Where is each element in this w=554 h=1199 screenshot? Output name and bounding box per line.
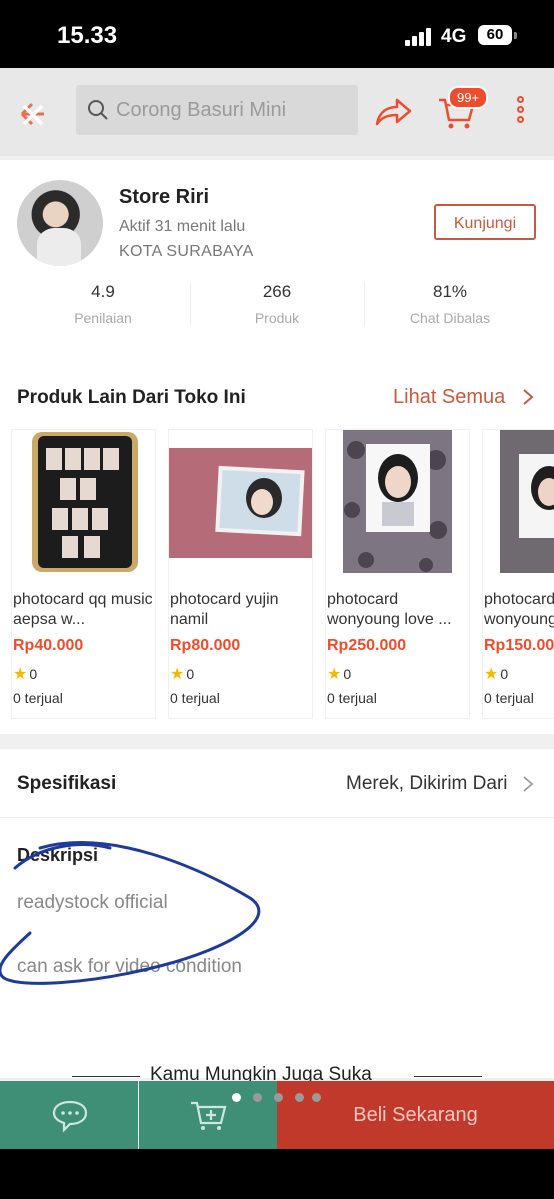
status-bar: 15.33 4G 60 xyxy=(0,0,554,68)
stat-divider xyxy=(364,282,365,326)
divider-line xyxy=(414,1076,482,1077)
product-sold: 0 terjual xyxy=(170,690,220,706)
product-image xyxy=(326,430,469,573)
shop-name: Store Riri xyxy=(119,186,210,208)
divider-line xyxy=(72,1076,140,1077)
chat-button[interactable] xyxy=(0,1081,138,1149)
visit-shop-button[interactable]: Kunjungi xyxy=(434,204,536,240)
product-image xyxy=(12,430,155,573)
stat-rating: 4.9 Penilaian xyxy=(28,282,178,326)
product-card[interactable]: photocard yujin namil Rp80.000 ★ 0 0 terj… xyxy=(169,430,312,718)
product-price: Rp40.000 xyxy=(13,637,84,654)
rating-value: 0 xyxy=(29,666,38,682)
stat-chat-reply: 81% Chat Dibalas xyxy=(375,282,525,326)
add-to-cart-button[interactable] xyxy=(139,1081,277,1149)
specification-summary: Merek, Dikirim Dari xyxy=(346,773,508,794)
product-card[interactable]: photocard wonyoung Rp150.000 ★0 0 terjua… xyxy=(483,430,554,718)
shop-avatar[interactable] xyxy=(17,180,103,266)
product-card[interactable]: photocard qq music aepsa w... Rp40.000 ★… xyxy=(12,430,155,718)
product-rating: ★ 0 xyxy=(170,664,194,684)
battery-icon: 60 xyxy=(478,25,512,45)
description-line: can ask for video condition xyxy=(17,956,242,977)
description-section: Deskripsi readystock official can ask fo… xyxy=(0,818,554,1078)
stat-divider xyxy=(190,282,191,326)
stat-value: 81% xyxy=(432,282,468,301)
search-icon xyxy=(88,100,108,120)
stat-products: 266 Produk xyxy=(202,282,352,326)
signal-icon xyxy=(405,28,435,46)
chevron-right-icon[interactable] xyxy=(521,388,535,406)
buy-now-button[interactable]: Beli Sekarang xyxy=(277,1081,554,1149)
product-price: Rp150.000 xyxy=(484,637,554,654)
chat-icon xyxy=(52,1100,88,1133)
shop-products-section: Produk Lain Dari Toko Ini Lihat Semua ph… xyxy=(0,362,554,734)
product-name: photocard wonyoung love ... xyxy=(327,591,452,628)
product-sold: 0 terjual xyxy=(13,690,63,706)
share-icon[interactable] xyxy=(373,96,413,128)
search-placeholder: Corong Basuri Mini xyxy=(116,99,287,121)
bottom-black-area xyxy=(0,1149,554,1199)
top-bar: Corong Basuri Mini 99+ xyxy=(0,68,554,156)
product-price: Rp250.000 xyxy=(327,637,407,654)
add-cart-icon xyxy=(191,1101,227,1130)
stat-label: Chat Dibalas xyxy=(409,310,491,326)
product-image xyxy=(483,430,554,573)
section-title: Produk Lain Dari Toko Ini xyxy=(17,387,246,408)
cart-badge: 99+ xyxy=(448,86,489,109)
rating-value: 0 xyxy=(343,666,352,682)
specification-title: Spesifikasi xyxy=(17,773,117,794)
search-input[interactable]: Corong Basuri Mini xyxy=(76,85,358,135)
battery-tip xyxy=(514,32,517,39)
stat-value: 4.9 xyxy=(91,282,115,301)
star-icon: ★ xyxy=(13,666,28,683)
carousel-indicator xyxy=(232,1093,322,1103)
product-price: Rp80.000 xyxy=(170,637,241,654)
rating-value: 0 xyxy=(500,666,509,682)
product-rating: ★ 0 xyxy=(484,664,508,684)
back-close-icon[interactable] xyxy=(14,94,54,134)
description-line: readystock official xyxy=(17,892,168,913)
rating-value: 0 xyxy=(186,666,195,682)
shop-city: KOTA SURABAYA xyxy=(119,243,254,260)
network-label: 4G xyxy=(441,26,467,47)
shop-active-status: Aktif 31 menit lalu xyxy=(119,218,246,235)
product-name: photocard qq music aepsa w... xyxy=(13,591,153,628)
chevron-right-icon xyxy=(523,776,534,792)
specification-row[interactable]: Spesifikasi Merek, Dikirim Dari xyxy=(0,749,554,818)
product-image xyxy=(169,430,312,573)
description-title: Deskripsi xyxy=(17,845,99,865)
bottom-action-bar: Beli Sekarang xyxy=(0,1081,554,1149)
product-name: photocard wonyoung xyxy=(484,591,554,628)
stat-label: Produk xyxy=(254,310,300,326)
star-icon: ★ xyxy=(170,666,185,683)
product-rating: ★ 0 xyxy=(13,664,37,684)
stat-value: 266 xyxy=(262,282,292,301)
star-icon: ★ xyxy=(484,666,499,683)
star-icon: ★ xyxy=(327,666,342,683)
stat-label: Penilaian xyxy=(74,310,132,326)
more-options-icon[interactable] xyxy=(512,96,528,130)
status-time: 15.33 xyxy=(57,22,118,49)
product-name: photocard yujin namil xyxy=(170,591,279,628)
product-sold: 0 terjual xyxy=(484,690,534,706)
product-sold: 0 terjual xyxy=(327,690,377,706)
see-all-link[interactable]: Lihat Semua xyxy=(393,386,505,409)
product-card[interactable]: photocard wonyoung love ... Rp250.000 ★ 0… xyxy=(326,430,469,718)
app-screen: Corong Basuri Mini 99+ Store Riri Aktif … xyxy=(0,68,554,1149)
product-rating: ★ 0 xyxy=(327,664,351,684)
